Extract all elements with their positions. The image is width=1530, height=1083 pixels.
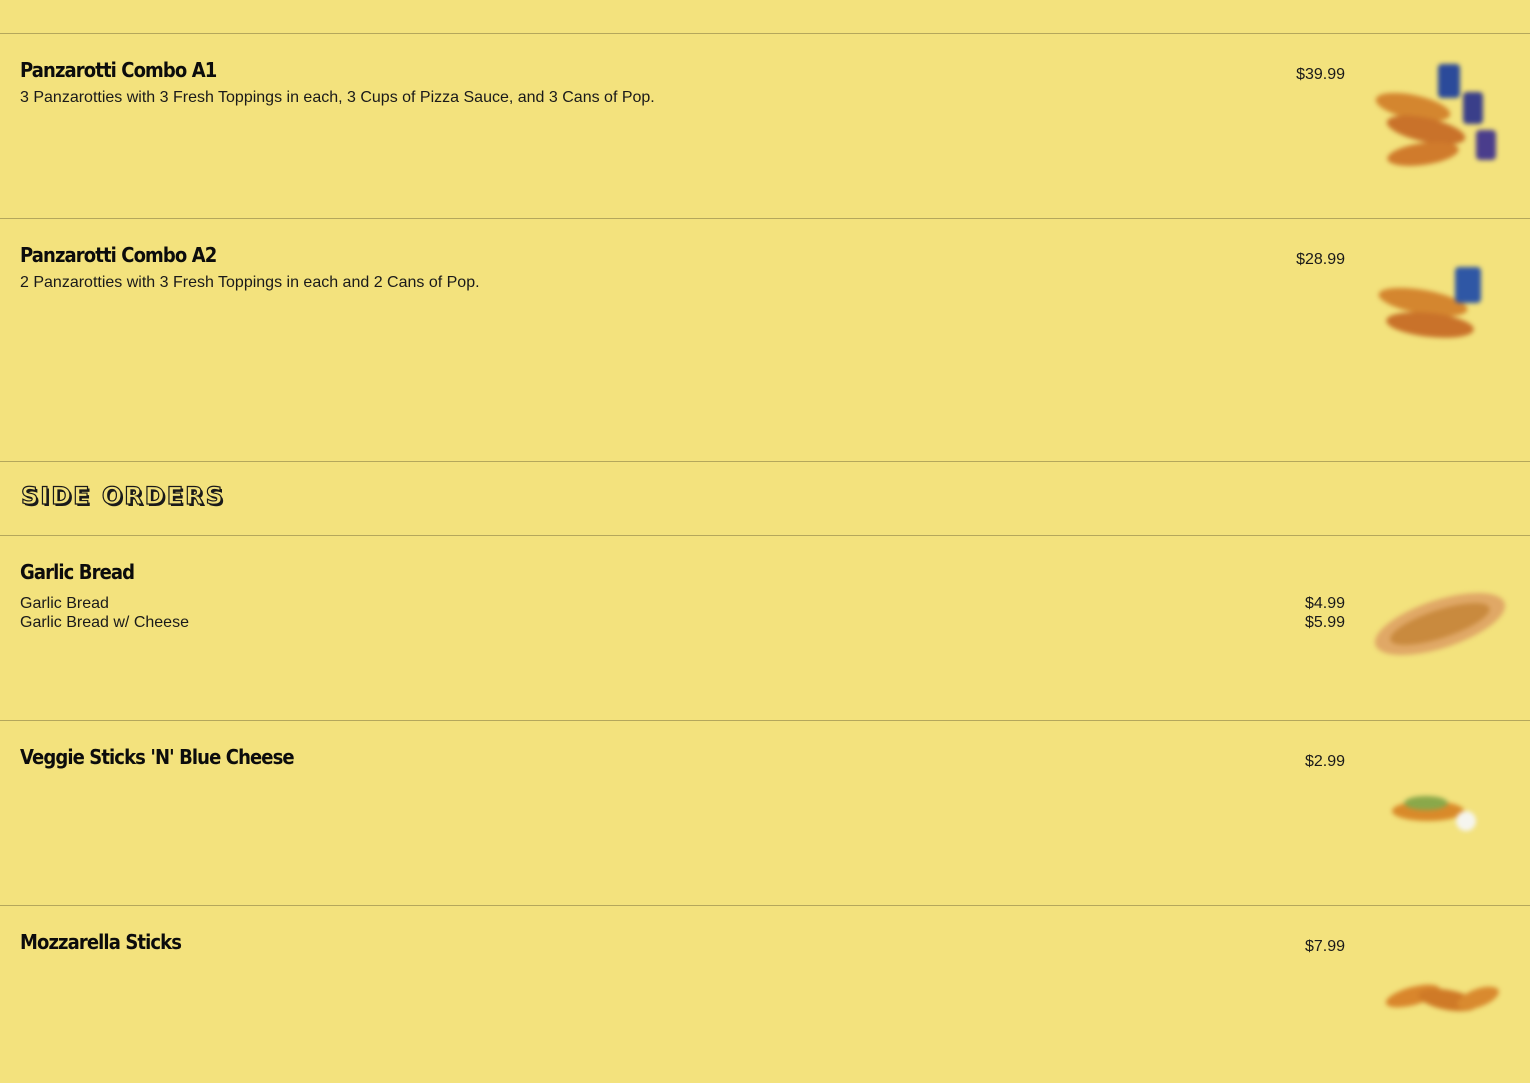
item-title: Panzarotti Combo A2 <box>20 243 217 267</box>
item-title: Mozzarella Sticks <box>20 930 182 954</box>
item-price: $2.99 <box>1304 753 1345 770</box>
variant-list: Garlic Bread Garlic Bread w/ Cheese <box>20 594 189 632</box>
veggie-sticks-photo-icon <box>1392 796 1476 831</box>
panzarotti-combo-a1-photo-icon <box>1375 64 1496 166</box>
item-title: Veggie Sticks 'N' Blue Cheese <box>20 745 295 769</box>
item-title: Panzarotti Combo A1 <box>20 58 217 82</box>
panzarotti-combo-a2-photo-icon <box>1378 267 1481 338</box>
variant-label: Garlic Bread w/ Cheese <box>20 614 189 631</box>
menu-item-panzarotti-combo-a1[interactable]: Panzarotti Combo A1 3 Panzarotties with … <box>0 34 1530 219</box>
item-description: 2 Panzarotties with 3 Fresh Toppings in … <box>20 274 480 291</box>
variant-price: $5.99 <box>1304 614 1345 631</box>
menu-item-mozzarella-sticks[interactable]: Mozzarella Sticks $7.99 <box>0 906 1530 1083</box>
item-price: $39.99 <box>1296 66 1345 83</box>
item-price: $7.99 <box>1304 938 1345 955</box>
item-title: Garlic Bread <box>20 560 135 584</box>
variant-prices: $4.99 $5.99 <box>1305 594 1345 632</box>
mozzarella-sticks-photo-icon <box>1385 984 1499 1012</box>
section-title: SIDE ORDERS <box>20 481 225 510</box>
variant-label: Garlic Bread <box>20 595 109 612</box>
item-price: $28.99 <box>1296 251 1345 268</box>
top-band <box>0 0 1530 34</box>
menu-item-garlic-bread[interactable]: Garlic Bread Garlic Bread Garlic Bread w… <box>0 536 1530 721</box>
item-description: 3 Panzarotties with 3 Fresh Toppings in … <box>20 89 655 106</box>
garlic-bread-photo-icon <box>1374 592 1506 656</box>
menu-page: Panzarotti Combo A1 3 Panzarotties with … <box>0 0 1530 1083</box>
section-header-side-orders: SIDE ORDERS <box>0 462 1530 536</box>
menu-item-veggie-sticks[interactable]: Veggie Sticks 'N' Blue Cheese $2.99 <box>0 721 1530 906</box>
variant-price: $4.99 <box>1304 595 1345 612</box>
menu-item-panzarotti-combo-a2[interactable]: Panzarotti Combo A2 2 Panzarotties with … <box>0 219 1530 462</box>
